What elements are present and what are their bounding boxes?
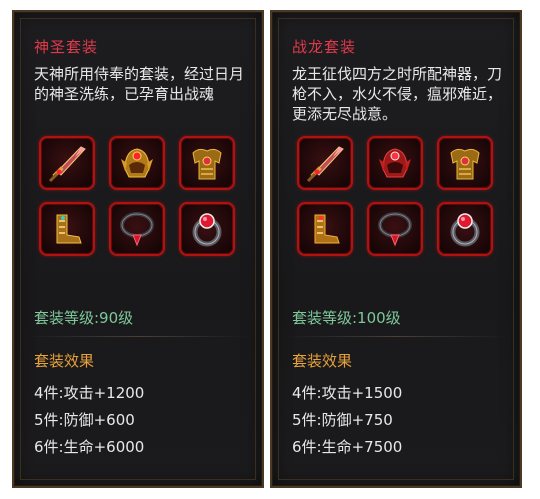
- armor-icon: [450, 148, 480, 180]
- set-description: 龙王征伐四方之时所配神器，刀枪不入，水火不侵，瘟邪难近，更添无尽战意。: [292, 65, 503, 123]
- effect-line-5: 5件:防御+600: [34, 411, 135, 429]
- effect-title: 套装效果: [34, 352, 95, 370]
- item-slot-ring[interactable]: [437, 202, 493, 256]
- item-slot-helmet[interactable]: [109, 136, 165, 190]
- set-panel-dragon: 战龙套装 龙王征伐四方之时所配神器，刀枪不入，水火不侵，瘟邪难近，更添无尽战意。: [270, 10, 522, 488]
- necklace-icon: [120, 212, 154, 247]
- item-slot-sword[interactable]: [39, 136, 95, 190]
- effect-line-6: 6件:生命+6000: [34, 438, 145, 456]
- item-slot-necklace[interactable]: [109, 202, 165, 256]
- armor-icon: [192, 148, 222, 180]
- sword-icon: [306, 146, 344, 183]
- sword-icon: [48, 146, 86, 183]
- necklace-icon: [378, 212, 412, 247]
- boots-icon: [314, 214, 340, 244]
- effect-title: 套装效果: [292, 352, 353, 370]
- item-grid: [39, 136, 235, 256]
- ring-icon: [450, 213, 480, 247]
- item-slot-boots[interactable]: [39, 202, 95, 256]
- effect-line-4: 4件:攻击+1200: [34, 384, 145, 402]
- effect-list: 4件:攻击+1500 5件:防御+750 6件:生命+7500: [292, 380, 402, 461]
- item-slot-armor[interactable]: [437, 136, 493, 190]
- item-grid: [297, 136, 493, 256]
- item-slot-necklace[interactable]: [367, 202, 423, 256]
- effect-list: 4件:攻击+1200 5件:防御+600 6件:生命+6000: [34, 380, 144, 461]
- divider: [28, 336, 248, 337]
- item-slot-ring[interactable]: [179, 202, 235, 256]
- set-level: 套装等级:100级: [292, 309, 401, 327]
- boots-icon: [56, 214, 82, 244]
- ring-icon: [192, 213, 222, 247]
- effect-line-6: 6件:生命+7500: [292, 438, 403, 456]
- item-slot-armor[interactable]: [179, 136, 235, 190]
- helmet-icon: [121, 148, 153, 178]
- divider: [286, 336, 506, 337]
- set-title: 战龙套装: [292, 38, 357, 56]
- item-slot-sword[interactable]: [297, 136, 353, 190]
- effect-line-4: 4件:攻击+1500: [292, 384, 403, 402]
- set-panel-holy: 神圣套装 天神所用侍奉的套装，经过日月的神圣洗练，已孕育出战魂 套装等级:90级…: [12, 10, 264, 488]
- set-title: 神圣套装: [34, 38, 99, 56]
- set-description: 天神所用侍奉的套装，经过日月的神圣洗练，已孕育出战魂: [34, 65, 245, 103]
- item-slot-boots[interactable]: [297, 202, 353, 256]
- helmet-icon: [379, 148, 411, 178]
- set-level: 套装等级:90级: [34, 309, 134, 327]
- item-slot-helmet[interactable]: [367, 136, 423, 190]
- effect-line-5: 5件:防御+750: [292, 411, 393, 429]
